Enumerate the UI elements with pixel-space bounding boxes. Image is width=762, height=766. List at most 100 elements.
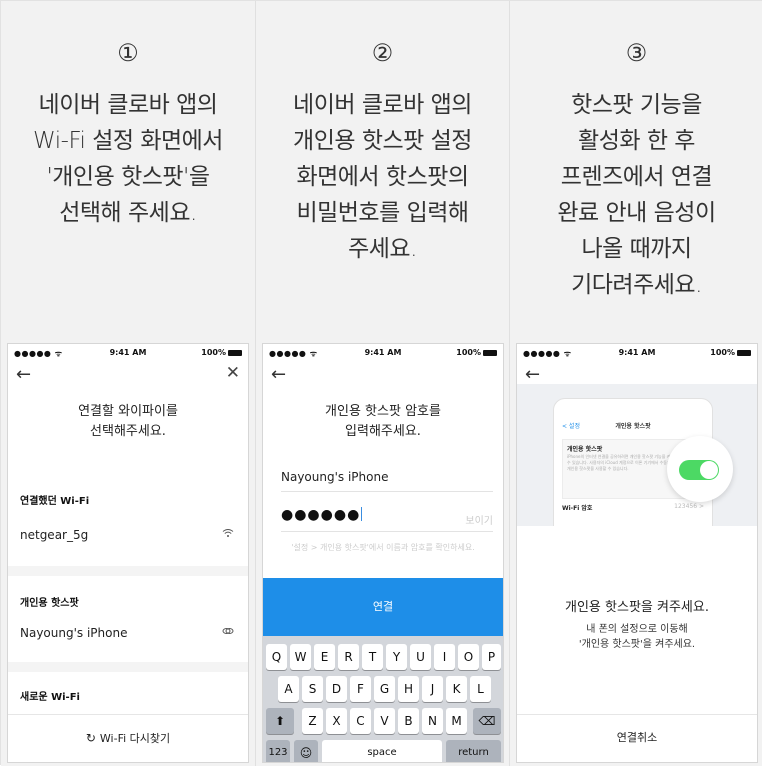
return-key[interactable]: return [446,740,501,762]
back-arrow-icon[interactable]: ← [16,364,31,385]
key-j[interactable]: J [422,676,443,702]
key-t[interactable]: T [362,644,383,670]
emoji-key[interactable]: ☺ [294,740,318,762]
step-instruction: 네이버 클로바 앱의 개인용 핫스팟 설정 화면에서 핫스팟의 비밀번호를 입력… [264,87,501,267]
step-instruction: 핫스팟 기능을 활성화 한 후 프렌즈에서 연결 완료 안내 음성이 나올 때까… [518,87,755,303]
keyboard-row-2: A S D F G H J K L [266,676,500,702]
key-m[interactable]: M [446,708,467,734]
key-y[interactable]: Y [386,644,407,670]
key-e[interactable]: E [314,644,335,670]
instruction-line: Wi-Fi 설정 화면에서 [33,128,223,154]
key-l[interactable]: L [470,676,491,702]
mockup-password-row: Wi-Fi 암호 123456 > [562,503,704,512]
key-n[interactable]: N [422,708,443,734]
numbers-key[interactable]: 123 [266,740,290,762]
section-divider [8,566,248,576]
instruction-line: '개인용 핫스팟'을 [46,164,210,190]
key-o[interactable]: O [458,644,479,670]
section-label-new: 새로운 Wi-Fi [20,692,80,703]
settings-illustration: < 설정 개인용 핫스팟 개인용 핫스팟 iPhone의 인터넷 연결을 공유하… [517,384,757,526]
step-3-column: ③ 핫스팟 기능을 활성화 한 후 프렌즈에서 연결 완료 안내 음성이 나올 … [509,1,762,766]
show-password-toggle[interactable]: 보이기 [465,512,493,527]
step-number: ① [117,39,139,67]
instruction-line: 개인용 핫스팟 설정 [293,128,472,154]
key-k[interactable]: K [446,676,467,702]
key-w[interactable]: W [290,644,311,670]
close-icon[interactable]: ✕ [226,363,240,383]
screen-title: 연결할 와이파이를 선택해주세요. [78,404,178,439]
phone-screen-password: ●●●●● ᯤ 9:41 AM 100% ← 개인용 핫스팟 암호를 입력해주세… [262,343,504,763]
key-h[interactable]: H [398,676,419,702]
key-s[interactable]: S [302,676,323,702]
text-caret [361,507,363,521]
hotspot-guide: ① 네이버 클로바 앱의 Wi-Fi 설정 화면에서 '개인용 핫스팟'을 선택… [0,0,762,766]
section-label-hotspot: 개인용 핫스팟 [20,598,79,609]
step-number: ③ [625,39,648,67]
ssid-field[interactable]: Nayoung's iPhone [281,466,493,492]
step-number: ② [371,39,394,67]
shift-key[interactable]: ⬆ [266,708,294,734]
toggle-knob [700,461,718,479]
on-screen-keyboard: Q W E R T Y U I O P A S D F G H J K L ⬆ … [263,636,503,762]
key-c[interactable]: C [350,708,371,734]
instruction-line: 네이버 클로바 앱의 [38,92,218,118]
space-key[interactable]: space [322,740,442,762]
key-f[interactable]: F [350,676,371,702]
keyboard-row-4: 123 ☺ space return [266,740,501,762]
status-bar: ●●●●● ᯤ 9:41 AM 100% [263,344,503,362]
key-v[interactable]: V [374,708,395,734]
backspace-key[interactable]: ⌫ [473,708,501,734]
network-name: netgear_5g [20,528,89,542]
battery-icon [483,350,497,356]
key-a[interactable]: A [278,676,299,702]
mockup-title: 개인용 핫스팟 [615,423,651,430]
key-q[interactable]: Q [266,644,287,670]
instruction-line: 완료 안내 음성이 [557,200,716,226]
instruction-line: 기다려주세요. [571,272,702,298]
hotspot-network-row[interactable]: Nayoung's iPhone [20,626,236,640]
battery-icon [737,350,751,356]
connect-button[interactable]: 연결 [263,578,503,636]
cancel-connection-button[interactable]: 연결취소 [517,714,757,762]
step-2-column: ② 네이버 클로바 앱의 개인용 핫스팟 설정 화면에서 핫스팟의 비밀번호를 … [255,1,509,766]
instruction-line: 선택해 주세요. [59,200,197,226]
instruction-line: 비밀번호를 입력해 [296,200,469,226]
password-field[interactable]: ●●●●●● 보이기 [281,504,493,532]
screen-title: 개인용 핫스팟 암호를 입력해주세요. [325,404,441,439]
battery-indicator: 100% [710,348,751,357]
key-z[interactable]: Z [302,708,323,734]
password-value: ●●●●●● [281,507,363,523]
key-u[interactable]: U [410,644,431,670]
rescan-wifi-button[interactable]: ↻ Wi-Fi 다시찾기 [8,714,248,762]
battery-indicator: 100% [456,348,497,357]
zoom-callout [667,436,733,502]
keyboard-row-3: ⬆ Z X C V B N M ⌫ [266,708,501,734]
refresh-icon: ↻ [85,731,96,745]
network-name: Nayoung's iPhone [20,626,128,640]
enable-hotspot-title: 개인용 핫스팟을 켜주세요. [565,600,709,615]
key-b[interactable]: B [398,708,419,734]
status-bar: ●●●●● ᯤ 9:41 AM 100% [8,344,248,362]
instruction-line: 활성화 한 후 [578,128,695,154]
key-p[interactable]: P [482,644,501,670]
back-arrow-icon[interactable]: ← [271,364,286,385]
instruction-line: 프렌즈에서 연결 [560,164,713,190]
key-i[interactable]: I [434,644,455,670]
section-divider [8,662,248,672]
mockup-password-value: 123456 > [674,503,704,510]
instruction-line: 나올 때까지 [581,236,692,262]
battery-indicator: 100% [201,348,242,357]
key-d[interactable]: D [326,676,347,702]
wifi-network-row[interactable]: netgear_5g [20,528,236,542]
enable-hotspot-subtitle: 내 폰의 설정으로 이동해 '개인용 핫스팟'을 켜주세요. [578,624,696,650]
phone-screen-wifi-select: ●●●●● ᯤ 9:41 AM 100% ← ✕ 연결할 와이파이를 선택해주세… [7,343,249,763]
section-label-connected: 연결했던 Wi-Fi [20,496,90,507]
key-x[interactable]: X [326,708,347,734]
step-instruction: 네이버 클로바 앱의 Wi-Fi 설정 화면에서 '개인용 핫스팟'을 선택해 … [9,87,247,231]
key-g[interactable]: G [374,676,395,702]
battery-icon [228,350,242,356]
mockup-header: < 설정 개인용 핫스팟 [562,421,704,435]
key-r[interactable]: R [338,644,359,670]
back-arrow-icon[interactable]: ← [525,364,540,385]
status-bar: ●●●●● ᯤ 9:41 AM 100% [517,344,757,362]
